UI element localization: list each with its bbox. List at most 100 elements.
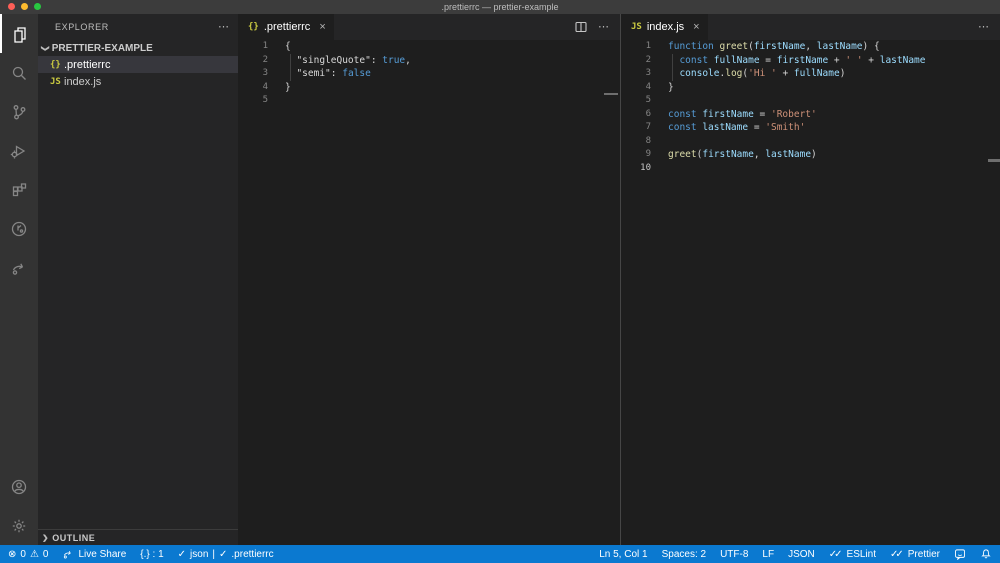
more-actions-icon[interactable]: ⋯: [978, 22, 990, 33]
live-share-icon[interactable]: [0, 248, 38, 287]
code-line[interactable]: 3 console.log('Hi ' + fullName): [621, 67, 1000, 81]
feedback-status[interactable]: [954, 548, 966, 560]
sidebar-header: EXPLORER ⋯: [38, 14, 238, 40]
file-label: index.js: [64, 75, 102, 88]
more-actions-icon[interactable]: ⋯: [598, 22, 610, 33]
eslint-status[interactable]: ✓✓ ESLint: [829, 549, 876, 560]
formatter-json-label: json: [190, 548, 209, 560]
code-line[interactable]: 3 "semi": false: [238, 67, 620, 81]
code-line[interactable]: 5: [238, 94, 620, 108]
code-text: }: [668, 81, 674, 93]
eol-label: LF: [762, 548, 775, 560]
code-line[interactable]: 6 const firstName = 'Robert': [621, 108, 1000, 122]
zoom-window-button[interactable]: [34, 3, 41, 10]
problems-status[interactable]: ⊗ 0 ⚠ 0: [8, 549, 48, 560]
minimize-window-button[interactable]: [21, 3, 28, 10]
line-number: 2: [262, 54, 268, 65]
settings-gear-icon[interactable]: [0, 506, 38, 545]
search-icon[interactable]: [0, 53, 38, 92]
language-mode-status[interactable]: JSON: [788, 549, 815, 560]
cursor-position-status[interactable]: Ln 5, Col 1: [599, 549, 647, 560]
code-line[interactable]: 4}: [621, 81, 1000, 95]
code-line[interactable]: 9 greet(firstName, lastName): [621, 148, 1000, 162]
code-line[interactable]: 7 const lastName = 'Smith': [621, 121, 1000, 135]
activity-bar: [0, 14, 38, 545]
code-line[interactable]: 8: [621, 135, 1000, 149]
code-text: "singleQuote": true,: [296, 54, 411, 66]
editor-indexjs[interactable]: 1 function greet(firstName, lastName) {2 …: [621, 40, 1000, 545]
code-line[interactable]: 1 function greet(firstName, lastName) {: [621, 40, 1000, 54]
sidebar-item-prettierrc[interactable]: {} .prettierrc: [38, 56, 238, 73]
bracket-status[interactable]: {.} : 1: [140, 549, 163, 560]
line-number: 10: [640, 162, 651, 173]
warning-count: 0: [42, 548, 49, 560]
outline-label: OUTLINE: [52, 532, 96, 543]
feedback-smiley-icon: [955, 549, 965, 560]
code-lines: 1 function greet(firstName, lastName) {2 …: [621, 40, 1000, 175]
tab-indexjs[interactable]: JS index.js ×: [621, 14, 709, 40]
live-share-status[interactable]: Live Share: [62, 548, 126, 560]
editor-group-right: JS index.js × ⋯ 1 function greet(firstNam…: [620, 14, 1000, 545]
double-check-icon: ✓✓: [890, 548, 904, 560]
encoding-status[interactable]: UTF-8: [720, 549, 748, 560]
explorer-icon[interactable]: [0, 14, 38, 53]
code-line[interactable]: 5: [621, 94, 1000, 108]
line-number: 3: [262, 68, 268, 78]
extensions-icon[interactable]: [0, 170, 38, 209]
formatter-status[interactable]: ✓ json | ✓ .prettierrc: [178, 549, 274, 560]
check-icon: ✓: [177, 548, 187, 560]
chevron-right-icon: ❯: [42, 533, 50, 542]
code-line[interactable]: 10: [621, 162, 1000, 176]
status-right: Ln 5, Col 1 Spaces: 2 UTF-8 LF JSON ✓✓ E…: [599, 548, 992, 560]
close-tab-icon[interactable]: ×: [693, 21, 699, 33]
sidebar-explorer: EXPLORER ⋯ ❯ PRETTIER-EXAMPLE {} .pretti…: [38, 14, 238, 545]
account-icon[interactable]: [0, 467, 38, 506]
titlebar: .prettierrc — prettier-example: [0, 0, 1000, 14]
code-text: greet(firstName, lastName): [668, 149, 817, 160]
code-line[interactable]: 1{: [238, 40, 620, 54]
status-left: ⊗ 0 ⚠ 0 Live Share {.} : 1 ✓ json | ✓ .p…: [8, 548, 274, 560]
code-line[interactable]: 2 const fullName = firstName + ' ' + las…: [621, 54, 1000, 68]
chevron-down-icon: ❯: [40, 44, 50, 52]
outline-section[interactable]: ❯ OUTLINE: [38, 529, 238, 545]
split-editor-icon[interactable]: [574, 20, 588, 34]
close-tab-icon[interactable]: ×: [319, 21, 325, 33]
code-line[interactable]: 4}: [238, 81, 620, 95]
code-lines: 1{2 "singleQuote": true, 3 "semi": false 4…: [238, 40, 620, 108]
prettier-status[interactable]: ✓✓ Prettier: [890, 549, 940, 560]
sidebar-more-actions-icon[interactable]: ⋯: [218, 22, 230, 33]
tab-prettierrc[interactable]: {} .prettierrc ×: [238, 14, 335, 40]
close-window-button[interactable]: [8, 3, 15, 10]
line-number: 4: [645, 81, 651, 92]
tab-label: .prettierrc: [263, 21, 311, 33]
warning-icon: ⚠: [29, 548, 39, 560]
eol-status[interactable]: LF: [762, 549, 774, 560]
json-file-icon: {}: [248, 22, 259, 32]
test-session-icon[interactable]: [0, 209, 38, 248]
line-number: 2: [645, 54, 651, 65]
code-text: const firstName = 'Robert': [668, 108, 817, 120]
indentation-label: Spaces: 2: [661, 548, 707, 560]
source-control-icon[interactable]: [0, 92, 38, 131]
line-number: 8: [645, 135, 651, 146]
code-line[interactable]: 2 "singleQuote": true,: [238, 54, 620, 68]
line-number: 9: [645, 149, 651, 159]
check-icon: ✓: [219, 548, 228, 560]
line-number: 5: [645, 95, 651, 105]
indentation-status[interactable]: Spaces: 2: [662, 549, 706, 560]
sidebar-title: EXPLORER: [55, 22, 109, 32]
run-debug-icon[interactable]: [0, 131, 38, 170]
indent-guide: [672, 53, 673, 81]
code-text: {: [285, 41, 291, 52]
code-text: const fullName = firstName + ' ' + lastN…: [679, 54, 926, 66]
encoding-label: UTF-8: [720, 548, 749, 560]
editor-prettierrc[interactable]: 1{2 "singleQuote": true, 3 "semi": false 4…: [238, 40, 620, 545]
tree-root-prettier-example[interactable]: ❯ PRETTIER-EXAMPLE: [38, 40, 238, 56]
file-label: .prettierrc: [64, 58, 111, 71]
sidebar-item-indexjs[interactable]: JS index.js: [38, 73, 238, 90]
notifications-status[interactable]: [980, 548, 992, 560]
double-check-icon: ✓✓: [828, 548, 843, 560]
live-share-label: Live Share: [78, 548, 127, 560]
editor-actions-left: ⋯: [574, 14, 620, 40]
indent-guide: [290, 53, 291, 81]
